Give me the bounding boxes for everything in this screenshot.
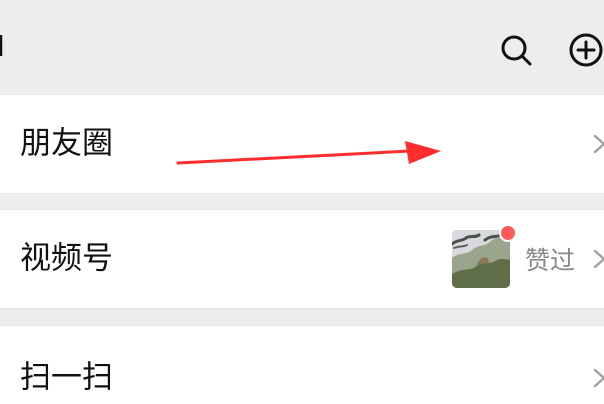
- add-button[interactable]: [566, 30, 604, 70]
- search-icon: [501, 35, 532, 66]
- channels-thumbnail: [452, 224, 517, 288]
- channels-row[interactable]: 视频号 赞过: [0, 209, 604, 309]
- scan-row[interactable]: 扫一扫: [0, 325, 604, 404]
- chevron-right-icon: [593, 134, 604, 154]
- plus-circle-icon: [569, 33, 603, 67]
- chevron-right-icon: [593, 368, 604, 388]
- search-button[interactable]: [496, 30, 536, 70]
- chevron-right-icon: [593, 249, 604, 269]
- liked-status-text: 赞过: [525, 246, 576, 275]
- channels-label: 视频号: [20, 240, 113, 277]
- header-title-fragment: l: [0, 25, 5, 69]
- scan-label: 扫一扫: [20, 359, 113, 396]
- discover-screen: { "header": { "title_fragment": "l", "ic…: [0, 0, 604, 404]
- moments-label: 朋友圈: [20, 125, 113, 162]
- discover-header: l: [0, 0, 604, 93]
- moments-row[interactable]: 朋友圈: [0, 94, 604, 194]
- new-activity-dot: [499, 224, 517, 242]
